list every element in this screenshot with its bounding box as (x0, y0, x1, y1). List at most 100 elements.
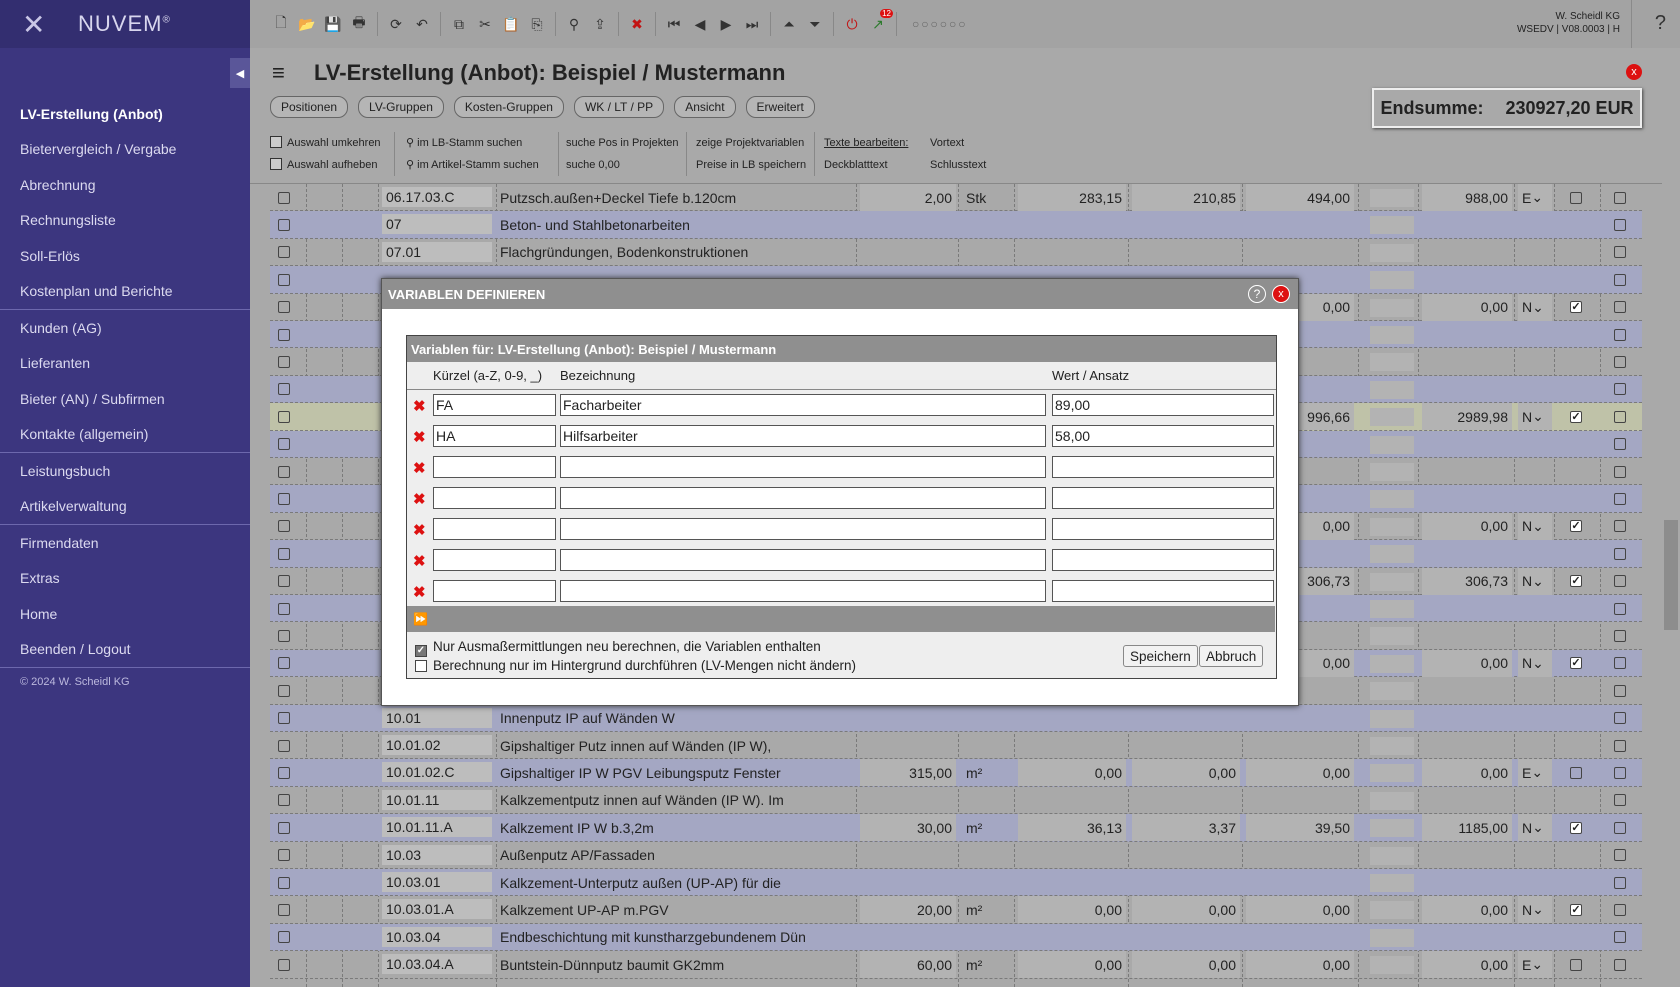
flag2-checkbox[interactable] (1614, 849, 1626, 862)
unit-price[interactable]: 494,00 (1246, 184, 1354, 211)
total-price[interactable]: 0,00 (1422, 293, 1512, 321)
help-icon[interactable]: ? (1655, 12, 1666, 35)
row-checkbox[interactable] (278, 383, 290, 396)
checkbox-recalc-only[interactable] (415, 645, 427, 657)
row-checkbox[interactable] (278, 301, 290, 314)
flag2-checkbox[interactable] (1614, 492, 1626, 505)
sidebar-item[interactable]: Home (0, 596, 250, 632)
blank-cell[interactable] (1370, 243, 1414, 262)
flag-checkbox[interactable] (1570, 410, 1582, 423)
flag-checkbox[interactable] (1570, 575, 1582, 588)
row-checkbox[interactable] (278, 438, 290, 451)
logo[interactable]: ✕ NUVEM® (0, 0, 250, 48)
flag-checkbox[interactable] (1570, 520, 1582, 533)
variable-bezeichnung-input[interactable] (560, 456, 1046, 478)
variable-wert-input[interactable] (1052, 549, 1274, 571)
table-row[interactable]: 10.01.02.C Gipshaltiger IP W PGV Leibungs… (270, 759, 1642, 787)
flag2-checkbox[interactable] (1614, 191, 1626, 204)
row-checkbox[interactable] (278, 657, 290, 670)
power-icon[interactable]: ⏻ (841, 13, 863, 35)
flag2-checkbox[interactable] (1614, 739, 1626, 752)
total-price[interactable]: 0,00 (1422, 759, 1512, 787)
type-select[interactable]: N ⌄ (1518, 649, 1552, 677)
show-project-variables-button[interactable]: zeige Projektvariablen (696, 132, 806, 154)
row-checkbox[interactable] (278, 766, 290, 779)
add-row-icon[interactable]: ⏩ (413, 612, 428, 626)
blank-cell[interactable] (1370, 572, 1414, 591)
type-select[interactable]: N ⌄ (1518, 403, 1552, 431)
position-number[interactable]: 07.01 (382, 241, 492, 262)
blank-cell[interactable] (1370, 490, 1414, 509)
row-checkbox[interactable] (278, 903, 290, 916)
flag2-checkbox[interactable] (1614, 794, 1626, 807)
variable-wert-input[interactable] (1052, 456, 1274, 478)
row-checkbox[interactable] (278, 602, 290, 615)
blank-cell[interactable] (1370, 737, 1414, 755)
price-component[interactable]: 0,00 (1132, 759, 1240, 787)
blank-cell[interactable] (1370, 709, 1414, 728)
search-artikel-stamm-button[interactable]: ⚲ im Artikel-Stamm suchen (406, 154, 539, 176)
total-price[interactable]: 306,73 (1422, 567, 1512, 595)
variable-wert-input[interactable] (1052, 518, 1274, 540)
row-checkbox[interactable] (278, 218, 290, 231)
sidebar-item[interactable]: Soll-Erlös (0, 238, 250, 274)
sidebar-item[interactable]: Artikelverwaltung (0, 489, 250, 525)
flag2-checkbox[interactable] (1614, 876, 1626, 889)
blank-cell[interactable] (1370, 654, 1414, 673)
tab[interactable]: Kosten-Gruppen (453, 96, 564, 118)
variable-bezeichnung-input[interactable] (560, 549, 1046, 571)
flag2-checkbox[interactable] (1614, 931, 1626, 944)
quantity[interactable]: 20,00 (860, 896, 956, 924)
open-folder-icon[interactable]: 📂 (296, 13, 318, 35)
invert-selection-button[interactable]: Auswahl umkehren (270, 132, 381, 154)
blank-cell[interactable] (1370, 380, 1414, 399)
sidebar-item[interactable]: Leistungsbuch (0, 453, 250, 489)
sidebar-item[interactable]: LV-Erstellung (Anbot) (0, 96, 250, 132)
total-price[interactable]: 0,00 (1422, 896, 1512, 924)
delete-row-icon[interactable]: ✖ (413, 490, 426, 508)
position-number[interactable]: 07 (382, 214, 492, 235)
flag2-checkbox[interactable] (1614, 410, 1626, 423)
flag-checkbox[interactable] (1570, 958, 1582, 971)
variable-kuerzel-input[interactable] (433, 394, 556, 416)
notifications-icon[interactable]: ↗ 12 (867, 9, 893, 35)
flag2-checkbox[interactable] (1614, 684, 1626, 697)
save-button[interactable]: Speichern (1123, 645, 1198, 667)
price-component[interactable]: 0,00 (1018, 759, 1126, 787)
total-price[interactable]: 0,00 (1422, 512, 1512, 540)
blank-cell[interactable] (1370, 545, 1414, 564)
flag2-checkbox[interactable] (1614, 821, 1626, 834)
total-price[interactable]: 1185,00 (1422, 814, 1512, 842)
blank-cell[interactable] (1370, 463, 1414, 481)
flag-checkbox[interactable] (1570, 903, 1582, 916)
type-select[interactable]: N ⌄ (1518, 293, 1552, 321)
export-icon[interactable]: ⇪ (589, 13, 611, 35)
flag2-checkbox[interactable] (1614, 575, 1626, 588)
save-icon[interactable]: 💾 (322, 13, 344, 35)
blank-cell[interactable] (1370, 846, 1414, 865)
delete-row-icon[interactable]: ✖ (413, 521, 426, 539)
type-select[interactable]: E ⌄ (1518, 951, 1552, 979)
variable-kuerzel-input[interactable] (433, 487, 556, 509)
delete-row-icon[interactable]: ✖ (413, 552, 426, 570)
position-number[interactable]: 10.03.04.A (382, 954, 492, 975)
blank-cell[interactable] (1370, 326, 1414, 344)
row-checkbox[interactable] (278, 465, 290, 478)
position-number[interactable]: 10.01.02.C (382, 762, 492, 783)
blank-cell[interactable] (1370, 271, 1414, 290)
blank-cell[interactable] (1370, 874, 1414, 892)
tab[interactable]: Ansicht (674, 96, 736, 118)
row-checkbox[interactable] (278, 794, 290, 807)
refresh-icon[interactable]: ⟳ (385, 13, 407, 35)
paste-special-icon[interactable]: ⎘ (526, 13, 548, 35)
row-checkbox[interactable] (278, 547, 290, 560)
type-select[interactable]: N ⌄ (1518, 567, 1552, 595)
blank-cell[interactable] (1370, 189, 1414, 207)
unit-price[interactable]: 39,50 (1246, 814, 1354, 842)
blank-cell[interactable] (1370, 682, 1414, 701)
position-number[interactable]: 10.01.11.A (382, 817, 492, 838)
table-row[interactable]: 10.01 Innenputz IP auf Wänden W (270, 704, 1642, 732)
row-checkbox[interactable] (278, 246, 290, 259)
flag2-checkbox[interactable] (1614, 903, 1626, 916)
type-select[interactable]: N ⌄ (1518, 512, 1552, 540)
